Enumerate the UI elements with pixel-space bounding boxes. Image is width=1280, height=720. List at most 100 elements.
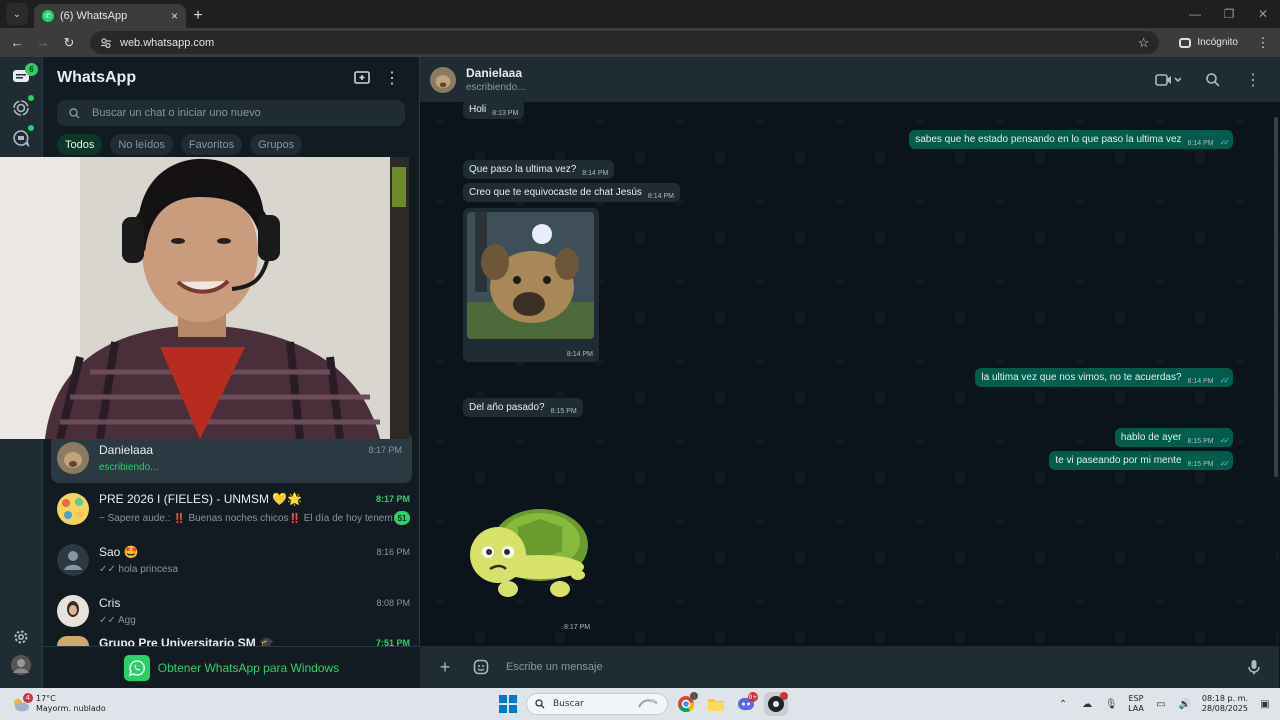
message-area[interactable]: Holi 8:13 PM sabes que he estado pensand… xyxy=(420,102,1279,646)
filter-favoritos[interactable]: Favoritos xyxy=(180,134,243,155)
read-ticks-icon: ✓✓ xyxy=(99,614,118,626)
chat-item-sao[interactable]: Sao 🤩 8:16 PM ✓✓ hola princesa xyxy=(43,534,420,585)
show-hidden-icons[interactable]: ⌃ xyxy=(1056,697,1070,711)
tab-close-icon[interactable]: × xyxy=(171,9,178,23)
message-time: 8:14 PM xyxy=(566,351,593,358)
input-language[interactable]: ESP LAA xyxy=(1128,694,1144,714)
message-time: 8:15 PM xyxy=(1187,461,1214,468)
new-tab-button[interactable]: + xyxy=(186,4,210,28)
back-icon[interactable]: ← xyxy=(6,32,28,54)
message-text: te vi paseando por mi mente xyxy=(1055,455,1182,466)
tab-title: (6) WhatsApp xyxy=(60,10,128,22)
incognito-indicator[interactable]: Incógnito xyxy=(1169,37,1248,48)
discord-badge: 9+ xyxy=(748,692,758,702)
chat-item-pre-2026[interactable]: PRE 2026 I (FIELES) - UNMSM 💛🌟 8:17 PM ~ … xyxy=(43,483,420,534)
weather-widget[interactable]: 4 17°C Mayorm. nublado xyxy=(0,693,200,714)
message-outgoing[interactable]: la ultima vez que nos vimos, no te acuer… xyxy=(975,368,1233,387)
new-chat-icon[interactable] xyxy=(347,63,377,93)
attach-plus-icon[interactable]: + xyxy=(434,656,456,678)
turtle-sticker[interactable] xyxy=(468,497,592,627)
weather-temp: 17°C xyxy=(36,694,56,703)
contact-avatar[interactable] xyxy=(430,66,456,93)
incognito-label: Incógnito xyxy=(1197,37,1238,48)
message-text: sabes que he estado pensando en lo que p… xyxy=(915,134,1182,145)
message-outgoing[interactable]: hablo de ayer 8:15 PM ✓✓ xyxy=(1114,428,1233,447)
read-ticks-icon: ✓✓ xyxy=(1219,376,1231,385)
volume-icon[interactable]: 🔊 xyxy=(1178,697,1192,711)
bookmark-star-icon[interactable]: ☆ xyxy=(1138,35,1150,51)
tab-whatsapp[interactable]: ✆ (6) WhatsApp × xyxy=(34,4,186,28)
message-text: hablo de ayer xyxy=(1120,432,1182,443)
message-incoming[interactable]: Que paso la ultima vez? 8:14 PM xyxy=(463,160,615,179)
filter-grupos[interactable]: Grupos xyxy=(250,134,303,155)
conversation-panel: Danielaaa escribiendo... ⋮ Holi 8:13 PM … xyxy=(420,57,1280,688)
tab-search-icon[interactable]: ⌄ xyxy=(6,3,28,25)
menu-icon[interactable]: ⋮ xyxy=(377,63,407,93)
conversation-menu-icon[interactable]: ⋮ xyxy=(1238,65,1268,95)
video-call-icon[interactable] xyxy=(1148,65,1188,95)
message-outgoing[interactable]: te vi paseando por mi mente 8:15 PM ✓✓ xyxy=(1049,451,1233,470)
taskbar-search[interactable]: Buscar xyxy=(526,693,668,715)
message-time: 8:14 PM xyxy=(647,193,674,200)
whatsapp-favicon-icon: ✆ xyxy=(42,10,54,22)
clock[interactable]: 08:18 p. m. 28/08/2025 xyxy=(1202,694,1248,714)
message-image[interactable]: 8:14 PM xyxy=(463,208,599,362)
microphone-icon[interactable] xyxy=(1243,656,1265,678)
chrome-incognito-icon[interactable] xyxy=(764,692,788,716)
message-text: Creo que te equivocaste de chat Jesús xyxy=(469,187,642,198)
chat-name: Cris xyxy=(99,595,121,610)
close-window-icon[interactable]: ✕ xyxy=(1246,0,1280,28)
url-field[interactable]: web.whatsapp.com ☆ xyxy=(90,31,1160,54)
status-icon[interactable] xyxy=(11,98,31,118)
chat-item-grupo-pre[interactable]: Grupo Pre Universitario SM 🎓 7:51 PM xyxy=(43,636,420,646)
search-icon xyxy=(535,699,545,709)
forward-icon[interactable]: → xyxy=(32,32,54,54)
message-time: 8:17 PM xyxy=(560,622,595,633)
chat-name: PRE 2026 I (FIELES) - UNMSM 💛🌟 xyxy=(99,492,303,506)
search-highlight-icon xyxy=(637,697,659,712)
search-messages-icon[interactable] xyxy=(1198,65,1228,95)
chrome-incognito-badge xyxy=(690,692,698,700)
network-icon[interactable]: ▭ xyxy=(1154,697,1168,711)
message-composer: + Escribe un mensaje xyxy=(420,646,1279,688)
start-button[interactable] xyxy=(496,692,520,716)
chat-item-cris[interactable]: Cris 8:08 PM ✓✓ Agg xyxy=(43,585,420,636)
onedrive-icon[interactable]: ☁ xyxy=(1080,697,1094,711)
contact-name: Danielaaa xyxy=(466,66,523,80)
site-info-icon[interactable] xyxy=(100,37,112,49)
settings-icon[interactable] xyxy=(11,627,31,647)
profile-avatar[interactable] xyxy=(11,655,31,675)
channels-icon[interactable] xyxy=(11,128,31,148)
restore-icon[interactable]: ❐ xyxy=(1212,0,1246,28)
search-icon xyxy=(69,107,80,118)
get-windows-app-banner[interactable]: Obtener WhatsApp para Windows xyxy=(43,646,420,688)
status-new-dot xyxy=(28,95,34,101)
browser-menu-icon[interactable]: ⋮ xyxy=(1252,32,1274,54)
filter-no-leidos[interactable]: No leídos xyxy=(110,134,173,155)
message-input[interactable]: Escribe un mensaje xyxy=(506,652,1229,682)
filter-todos[interactable]: Todos xyxy=(57,134,103,155)
conversation-header[interactable]: Danielaaa escribiendo... ⋮ xyxy=(420,57,1280,102)
windows-taskbar: 4 17°C Mayorm. nublado Buscar 9+ ⌃ ☁ 🎙 E… xyxy=(0,688,1280,720)
message-text: Del año pasado? xyxy=(469,402,545,413)
minimize-icon[interactable]: — xyxy=(1178,0,1212,28)
message-incoming[interactable]: Del año pasado? 8:15 PM xyxy=(463,398,583,417)
emoji-sticker-icon[interactable] xyxy=(470,656,492,678)
avatar xyxy=(57,636,89,646)
search-input[interactable]: Buscar un chat o iniciar uno nuevo xyxy=(57,100,405,126)
chat-name: Danielaaa xyxy=(99,442,154,457)
microphone-tray-icon[interactable]: 🎙 xyxy=(1104,697,1118,711)
discord-icon[interactable]: 9+ xyxy=(734,692,758,716)
message-incoming[interactable]: Creo que te equivocaste de chat Jesús 8:… xyxy=(463,183,680,202)
chat-preview: ~ Sapere aude.: ‼️ Buenas noches chicos‼… xyxy=(99,512,394,524)
chrome-icon[interactable] xyxy=(674,692,698,716)
chat-item-danielaaa[interactable]: Danielaaa 8:17 PM escribiendo... xyxy=(51,432,412,483)
message-scrollbar[interactable] xyxy=(1274,117,1278,477)
message-incoming[interactable]: Holi 8:13 PM xyxy=(463,102,525,119)
reload-icon[interactable]: ↻ xyxy=(58,32,80,54)
file-explorer-icon[interactable] xyxy=(704,692,728,716)
message-outgoing[interactable]: sabes que he estado pensando en lo que p… xyxy=(909,130,1233,149)
notifications-icon[interactable]: ▣ xyxy=(1258,697,1272,711)
avatar xyxy=(57,492,89,525)
message-text: la ultima vez que nos vimos, no te acuer… xyxy=(981,372,1182,383)
